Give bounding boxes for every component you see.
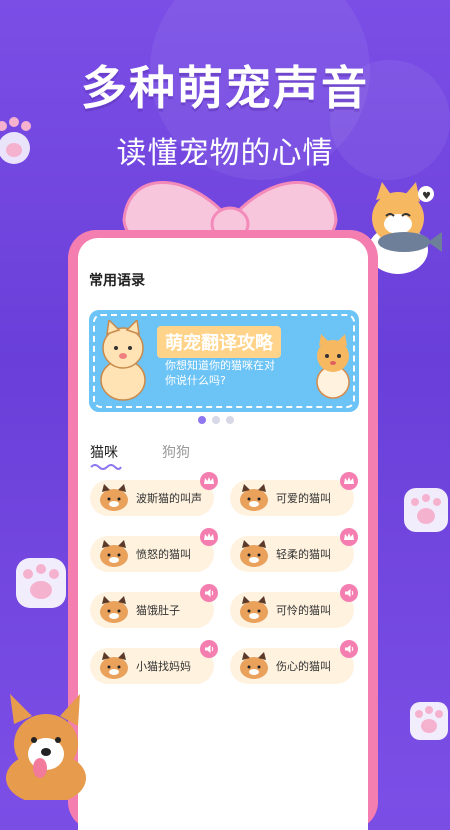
carousel-dot[interactable] (212, 416, 220, 424)
sound-card[interactable]: 猫饿肚子 (90, 584, 218, 628)
sound-label: 轻柔的猫叫 (276, 548, 331, 561)
cat-face-icon (100, 484, 128, 511)
cat-face-icon (240, 540, 268, 567)
sitting-cat-illustration (100, 320, 146, 401)
sound-card[interactable]: 可怜的猫叫 (230, 584, 358, 628)
sound-label: 波斯猫的叫声 (136, 492, 202, 505)
speaker-icon (340, 640, 358, 658)
section-title: 常用语录 (89, 273, 145, 289)
speaker-icon (340, 584, 358, 602)
crown-icon (340, 472, 358, 490)
crown-icon (340, 528, 358, 546)
banner-title: 萌宠翻译攻略 (157, 326, 281, 358)
cat-face-icon (240, 484, 268, 511)
sound-card[interactable]: 轻柔的猫叫 (230, 528, 358, 572)
sound-label: 猫饿肚子 (136, 604, 180, 617)
tab-active-underline (90, 464, 122, 470)
phone-frame: 常用语录 萌宠翻译攻略 你想知道你的猫咪在对你说什么吗? 猫咪 狗狗 波斯猫的叫… (68, 230, 378, 830)
sound-label: 可怜的猫叫 (276, 604, 331, 617)
paw-decoration-icon (410, 702, 448, 740)
sound-label: 愤怒的猫叫 (136, 548, 191, 561)
sound-card[interactable]: 可爱的猫叫 (230, 472, 358, 516)
sound-label: 小猫找妈妈 (136, 660, 191, 673)
cat-face-icon (100, 652, 128, 679)
banner-subtitle: 你想知道你的猫咪在对你说什么吗? (165, 359, 275, 387)
sound-label: 可爱的猫叫 (276, 492, 331, 505)
sound-card[interactable]: 波斯猫的叫声 (90, 472, 218, 516)
app-screen: 常用语录 萌宠翻译攻略 你想知道你的猫咪在对你说什么吗? 猫咪 狗狗 波斯猫的叫… (78, 238, 368, 830)
paw-decoration-icon (404, 488, 448, 532)
speaker-icon (200, 640, 218, 658)
sound-label: 伤心的猫叫 (276, 660, 331, 673)
sound-card[interactable]: 小猫找妈妈 (90, 640, 218, 684)
crown-icon (200, 528, 218, 546)
headline: 多种萌宠声音 (81, 61, 369, 115)
cat-face-icon (240, 596, 268, 623)
sound-card[interactable]: 伤心的猫叫 (230, 640, 358, 684)
pet-tabs: 猫咪 狗狗 (90, 442, 190, 470)
svg-text:♥: ♥ (422, 191, 431, 202)
corgi-illustration (6, 694, 86, 800)
carousel-dot[interactable] (226, 416, 234, 424)
standing-cat-illustration (316, 334, 350, 399)
tab-dog[interactable]: 狗狗 (162, 442, 190, 468)
cat-face-icon (100, 540, 128, 567)
cat-face-icon (100, 596, 128, 623)
carousel-dot[interactable] (198, 416, 206, 424)
speaker-icon (200, 584, 218, 602)
carousel-indicator (198, 416, 234, 424)
crown-icon (200, 472, 218, 490)
cat-face-icon (240, 652, 268, 679)
guide-banner[interactable]: 萌宠翻译攻略 你想知道你的猫咪在对你说什么吗? (89, 310, 359, 412)
sound-card[interactable]: 愤怒的猫叫 (90, 528, 218, 572)
tab-dog-label: 狗狗 (162, 445, 190, 461)
paw-decoration-icon (16, 558, 66, 608)
tab-cat[interactable]: 猫咪 (90, 442, 122, 470)
tab-cat-label: 猫咪 (90, 445, 118, 461)
